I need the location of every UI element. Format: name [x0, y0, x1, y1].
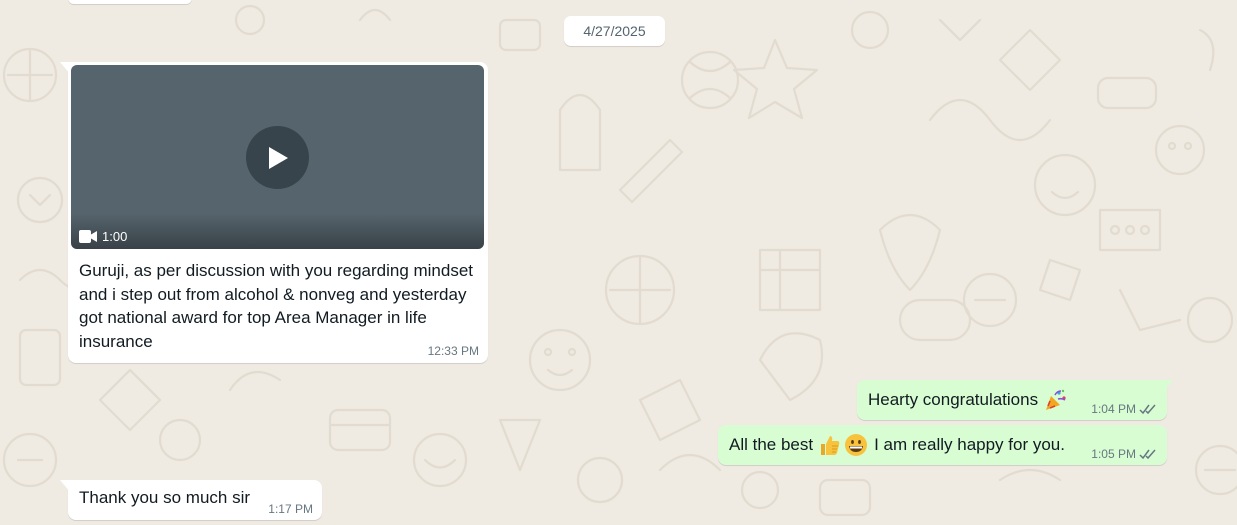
message-meta: 1:04 PM [1091, 402, 1158, 416]
video-caption: Guruji, as per discussion with you regar… [79, 261, 474, 351]
grinning-face-icon [845, 434, 868, 456]
message-time: 1:17 PM [268, 502, 313, 516]
message-text-row: Hearty congratulations [868, 388, 1069, 412]
outgoing-message[interactable]: Hearty congratulations 1:04 PM [857, 380, 1167, 420]
message-text: Hearty congratulations [868, 390, 1039, 409]
previous-message-bubble [68, 0, 192, 4]
thumbs-up-icon [821, 436, 840, 455]
party-popper-icon [1046, 389, 1066, 410]
video-thumbnail[interactable]: 1:00 [71, 65, 484, 249]
message-text: Thank you so much sir [79, 488, 251, 507]
message-text-row: All the best I am really happy for you. [729, 433, 1065, 457]
incoming-message[interactable]: Thank you so much sir 1:17 PM [68, 480, 322, 520]
message-meta: 1:05 PM [1091, 447, 1158, 461]
date-separator: 4/27/2025 [564, 16, 665, 46]
message-time: 1:04 PM [1091, 402, 1136, 416]
double-check-icon [1139, 404, 1156, 415]
video-camera-icon [79, 230, 97, 243]
message-text-before: All the best [729, 435, 814, 454]
message-time: 12:33 PM [427, 344, 479, 358]
video-duration: 1:00 [102, 229, 128, 244]
play-icon[interactable] [246, 126, 309, 189]
incoming-video-message[interactable]: 1:00 Guruji, as per discussion with you … [68, 62, 488, 363]
message-time: 1:05 PM [1091, 447, 1136, 461]
video-meta: 1:00 [79, 229, 127, 244]
message-text-after: I am really happy for you. [874, 435, 1065, 454]
outgoing-message[interactable]: All the best I am really happy for you. … [718, 425, 1167, 465]
double-check-icon [1139, 449, 1156, 460]
